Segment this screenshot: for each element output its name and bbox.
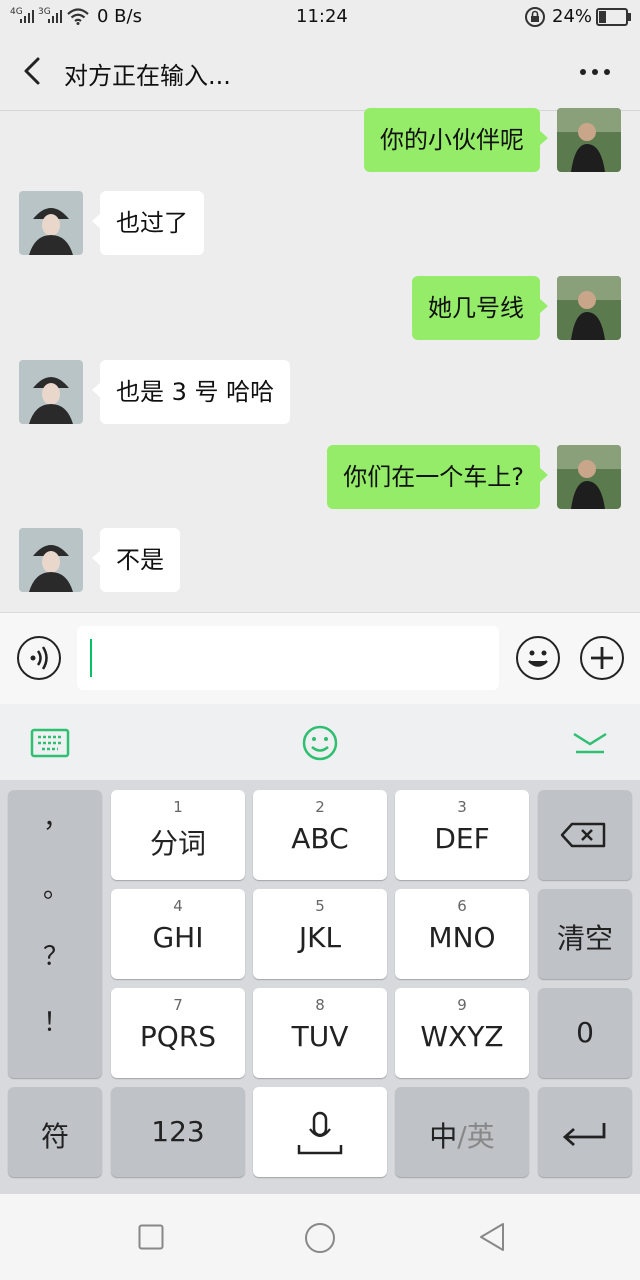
language-switch-key[interactable]: 中/英 — [395, 1087, 529, 1177]
enter-key[interactable] — [538, 1087, 632, 1177]
backspace-key[interactable] — [538, 790, 632, 880]
status-bar: 4G 3G 0 B/s 11:24 24% — [0, 0, 640, 34]
key-3-def[interactable]: 3 DEF — [395, 790, 529, 880]
bubble-tail — [539, 130, 548, 146]
message-input[interactable] — [77, 626, 499, 690]
key-9-wxyz[interactable]: 9 WXYZ — [395, 988, 529, 1078]
contact-avatar[interactable] — [19, 360, 83, 424]
home-icon[interactable] — [304, 1222, 336, 1254]
more-options-icon[interactable] — [578, 66, 612, 78]
battery-icon — [596, 8, 631, 26]
key-8-tuv[interactable]: 8 TUV — [253, 988, 387, 1078]
my-avatar[interactable] — [557, 276, 621, 340]
keyboard-switch-icon[interactable] — [30, 728, 70, 758]
key-5-jkl[interactable]: 5 JKL — [253, 889, 387, 979]
back-arrow-icon[interactable] — [20, 56, 44, 86]
backspace-icon — [560, 822, 606, 848]
voice-input-button[interactable] — [17, 636, 61, 680]
punct-key-comma[interactable]: ， — [8, 798, 104, 835]
punct-key-exclaim[interactable]: ！ — [8, 1002, 104, 1039]
more-functions-button[interactable] — [580, 636, 624, 680]
space-voice-key[interactable] — [253, 1087, 387, 1177]
back-nav-icon[interactable] — [478, 1222, 506, 1252]
contact-avatar[interactable] — [19, 528, 83, 592]
voice-icon — [30, 646, 48, 670]
emoji-panel-icon[interactable] — [301, 724, 339, 762]
key-1-fenci[interactable]: 1 分词 — [111, 790, 245, 880]
chat-header: 对方正在输入... — [0, 34, 640, 111]
system-nav-bar — [0, 1194, 640, 1280]
signal-4g-icon — [20, 10, 34, 23]
symbol-key[interactable]: 符 — [8, 1087, 102, 1177]
recent-apps-icon[interactable] — [138, 1224, 164, 1250]
key-0[interactable]: 0 — [538, 988, 632, 1078]
punct-key-question[interactable]: ？ — [8, 936, 104, 973]
key-4-ghi[interactable]: 4 GHI — [111, 889, 245, 979]
message-bubble-sent[interactable]: 她几号线 — [412, 276, 540, 340]
contact-avatar[interactable] — [19, 191, 83, 255]
ime-keyboard: ， 。 ？ ！ 1 分词 2 ABC 3 DEF 4 GHI 5 JKL 6 M… — [0, 780, 640, 1194]
key-7-pqrs[interactable]: 7 PQRS — [111, 988, 245, 1078]
lang-zh-label: 中 — [429, 1120, 458, 1153]
numbers-key[interactable]: 123 — [111, 1087, 245, 1177]
lang-en-label: /英 — [457, 1120, 495, 1153]
message-bubble-received[interactable]: 也过了 — [100, 191, 204, 255]
my-avatar[interactable] — [557, 445, 621, 509]
message-bubble-sent[interactable]: 你的小伙伴呢 — [364, 108, 540, 172]
network-speed: 0 B/s — [97, 6, 142, 27]
my-avatar[interactable] — [557, 108, 621, 172]
message-list[interactable]: 你的小伙伴呢 也过了 她几号线 也是 3 号 哈哈 你们在一个车上? 不是 — [0, 108, 640, 611]
hide-keyboard-icon[interactable] — [572, 732, 608, 756]
bubble-tail — [539, 467, 548, 483]
keyboard-toolbar — [0, 704, 640, 780]
bubble-tail — [539, 298, 548, 314]
chat-title: 对方正在输入... — [64, 62, 231, 90]
message-bubble-sent[interactable]: 你们在一个车上? — [327, 445, 540, 509]
text-caret — [90, 639, 92, 677]
key-2-abc[interactable]: 2 ABC — [253, 790, 387, 880]
battery-percent: 24% — [552, 6, 593, 27]
key-6-mno[interactable]: 6 MNO — [395, 889, 529, 979]
plus-icon — [591, 647, 613, 669]
message-bubble-received[interactable]: 不是 — [100, 528, 180, 592]
emoji-icon — [528, 650, 548, 667]
rotation-lock-icon — [525, 7, 545, 27]
signal-3g-icon — [48, 10, 62, 23]
clock: 11:24 — [296, 6, 348, 27]
message-bubble-received[interactable]: 也是 3 号 哈哈 — [100, 360, 291, 424]
wifi-icon — [67, 8, 89, 25]
microphone-icon — [297, 1111, 343, 1155]
input-bar — [0, 612, 640, 705]
enter-icon — [562, 1123, 606, 1147]
punctuation-panel[interactable]: ， 。 ？ ！ — [8, 790, 102, 1078]
emoji-button[interactable] — [516, 636, 560, 680]
clear-key[interactable]: 清空 — [538, 889, 632, 979]
punct-key-period[interactable]: 。 — [8, 868, 104, 905]
